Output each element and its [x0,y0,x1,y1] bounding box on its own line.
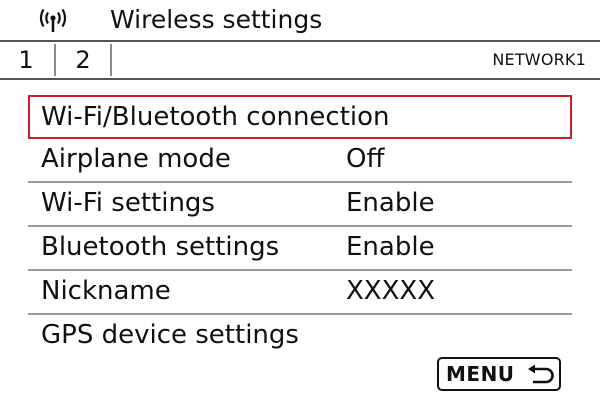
menu-item-label: Airplane mode [41,144,231,174]
network-name: NETWORK1 [492,50,586,69]
menu-item-nickname[interactable]: Nickname XXXXX [28,271,572,315]
menu-item-gps-device-settings[interactable]: GPS device settings [28,315,572,359]
menu-back-button[interactable]: MENU [437,357,561,391]
menu-item-wifi-settings[interactable]: Wi-Fi settings Enable [28,183,572,227]
menu-item-label: Nickname [41,276,171,306]
tab-divider [54,44,56,76]
menu-item-value: XXXXX [346,276,436,306]
menu-item-airplane-mode[interactable]: Airplane mode Off [28,139,572,183]
menu-item-label: Wi-Fi/Bluetooth connection [41,102,390,132]
tab-bar: 1 2 NETWORK1 [0,40,600,80]
page-title: Wireless settings [110,5,323,34]
menu-item-value: Enable [346,232,435,262]
wireless-icon [39,9,67,32]
menu-button-label: MENU [446,362,515,386]
tab-1[interactable]: 1 [0,42,52,78]
menu-item-label: Bluetooth settings [41,232,280,262]
header: Wireless settings [0,0,600,40]
menu-item-bluetooth-settings[interactable]: Bluetooth settings Enable [28,227,572,271]
menu-item-wifi-bluetooth-connection[interactable]: Wi-Fi/Bluetooth connection [28,95,572,139]
menu-item-label: Wi-Fi settings [41,188,215,218]
tab-2[interactable]: 2 [58,42,108,78]
settings-menu: Wi-Fi/Bluetooth connection Airplane mode… [28,95,572,359]
return-icon [528,364,554,384]
menu-item-value: Off [346,144,385,174]
menu-item-value: Enable [346,188,435,218]
menu-item-label: GPS device settings [41,320,299,350]
tab-divider [110,44,112,76]
